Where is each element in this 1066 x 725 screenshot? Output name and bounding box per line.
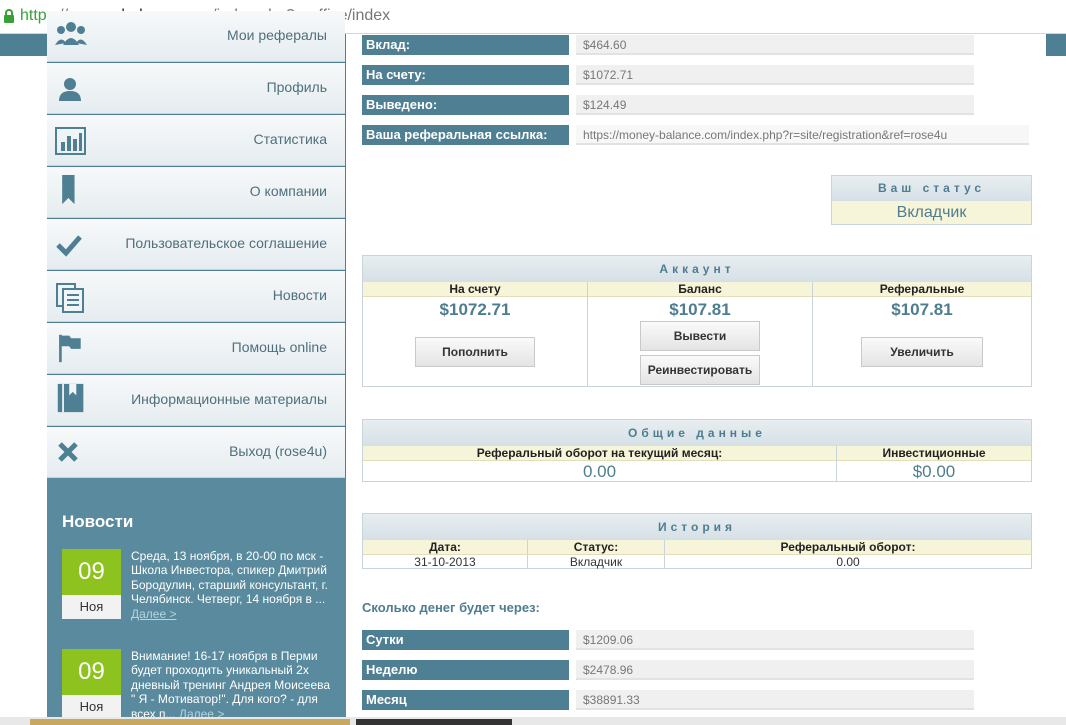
book-icon xyxy=(57,383,84,413)
news-item[interactable]: 09 Ноя Среда, 13 ноября, в 20-00 по мск … xyxy=(62,549,342,629)
forecast-label: Сутки xyxy=(362,630,569,650)
account-title: Аккаунт xyxy=(363,256,1031,282)
summary-value: $1072.71 xyxy=(576,65,974,85)
sidebar-item-logout[interactable]: Выход (rose4u) xyxy=(47,427,345,478)
documents-icon xyxy=(56,283,84,313)
checkmark-icon xyxy=(56,235,82,257)
sidebar-item-label: Помощь online xyxy=(231,339,327,355)
history-panel: История Дата: Статус: Реферальный оборот… xyxy=(362,513,1032,569)
taskbar-button[interactable] xyxy=(30,719,350,725)
main-content: Вклад: $464.60 На счету: $1072.71 Выведе… xyxy=(346,34,1046,725)
forecast-value: $2478.96 xyxy=(576,660,974,680)
increase-button[interactable]: Увеличить xyxy=(861,337,983,367)
forecast-label: Неделю xyxy=(362,660,569,680)
summary-label: На счету: xyxy=(362,65,569,85)
sidebar-item-statistics[interactable]: Статистика xyxy=(47,115,345,166)
referral-value: $107.81 xyxy=(891,300,953,319)
status-value: Вкладчик xyxy=(832,201,1031,224)
close-icon xyxy=(58,442,78,462)
sidebar-item-profile[interactable]: Профиль xyxy=(47,63,345,114)
referral-turnover-value: 0.00 xyxy=(582,462,617,481)
status-box: Ваш статус Вкладчик xyxy=(831,175,1032,225)
sidebar-item-label: Мои рефералы xyxy=(227,27,327,43)
history-header-row: Дата: Статус: Реферальный оборот: xyxy=(363,540,1031,555)
news-more-link[interactable]: Далее > xyxy=(131,607,177,621)
account-col-referral: Реферальные $107.81 Увеличить xyxy=(813,282,1031,386)
sidebar-item-label: Новости xyxy=(272,287,327,303)
bookmark-icon xyxy=(62,175,75,205)
referral-link-field[interactable]: https://money-balance.com/index.php?r=si… xyxy=(576,125,1029,145)
status-title: Ваш статус xyxy=(832,176,1031,201)
news-text: Среда, 13 ноября, в 20-00 по мск - Школа… xyxy=(131,549,328,621)
page-margin-right xyxy=(1046,56,1066,725)
chart-icon xyxy=(55,127,86,155)
news-item[interactable]: 09 Ноя Внимание! 16-17 ноября в Перми бу… xyxy=(62,649,342,725)
news-title: Новости xyxy=(62,512,134,531)
forecast-value: $1209.06 xyxy=(576,630,974,650)
withdraw-button[interactable]: Вывести xyxy=(640,321,760,351)
taskbar-button[interactable] xyxy=(356,719,512,725)
balance-value: $107.81 xyxy=(669,300,731,319)
sidebar-item-agreement[interactable]: Пользовательское соглашение xyxy=(47,219,345,270)
summary-label: Выведено: xyxy=(362,95,569,115)
sidebar-item-label: О компании xyxy=(249,183,327,199)
general-col-referral-turnover: Реферальный оборот на текущий месяц: 0.0… xyxy=(363,446,837,481)
user-icon xyxy=(59,78,81,101)
sidebar-item-label: Информационные материалы xyxy=(131,391,327,407)
news-date: 09 Ноя xyxy=(62,549,121,619)
sidebar-item-label: Профиль xyxy=(266,79,327,95)
general-col-investment: Инвестиционные $0.00 xyxy=(837,446,1031,481)
reinvest-button[interactable]: Реинвестировать xyxy=(640,355,760,385)
on-account-value: $1072.71 xyxy=(439,300,511,319)
news-text: Внимание! 16-17 ноября в Перми будет про… xyxy=(131,649,331,721)
forecast-value: $38891.33 xyxy=(576,690,974,710)
summary-value: $464.60 xyxy=(576,35,974,55)
sidebar-item-about[interactable]: О компании xyxy=(47,167,345,218)
account-col-balance: Баланс $107.81 Вывести Реинвестировать xyxy=(588,282,813,386)
sidebar-item-label: Статистика xyxy=(253,131,327,147)
general-data-panel: Общие данные Реферальный оборот на текущ… xyxy=(362,419,1032,482)
sidebar: Мои рефералы Профиль Статистика О компан… xyxy=(47,11,346,478)
lock-icon xyxy=(4,9,14,23)
referral-link-label: Ваша реферальная ссылка: xyxy=(362,125,569,145)
table-row: 31-10-2013 Вкладчик 0.00 xyxy=(363,555,1031,569)
forecast-title: Сколько денег будет через: xyxy=(362,600,540,615)
account-col-on-account: На счету $1072.71 Пополнить xyxy=(363,282,588,386)
account-panel: Аккаунт На счету $1072.71 Пополнить Бала… xyxy=(362,255,1032,387)
sidebar-item-materials[interactable]: Информационные материалы xyxy=(47,375,345,426)
summary-label: Вклад: xyxy=(362,35,569,55)
referrals-icon xyxy=(55,22,87,45)
sidebar-item-referrals[interactable]: Мои рефералы xyxy=(47,11,345,62)
summary-value: $124.49 xyxy=(576,95,974,115)
taskbar xyxy=(0,717,1066,725)
sidebar-item-label: Выход (rose4u) xyxy=(229,443,327,459)
sidebar-item-help[interactable]: Помощь online xyxy=(47,323,345,374)
deposit-button[interactable]: Пополнить xyxy=(415,337,535,367)
sidebar-item-label: Пользовательское соглашение xyxy=(125,235,327,251)
investment-value: $0.00 xyxy=(912,462,956,481)
sidebar-item-news[interactable]: Новости xyxy=(47,271,345,322)
news-panel: Новости 09 Ноя Среда, 13 ноября, в 20-00… xyxy=(47,478,346,725)
flag-icon xyxy=(59,334,81,363)
forecast-label: Месяц xyxy=(362,690,569,710)
news-date: 09 Ноя xyxy=(62,649,121,719)
page-margin-left xyxy=(0,56,47,725)
history-title: История xyxy=(363,514,1031,540)
general-title: Общие данные xyxy=(363,420,1031,446)
